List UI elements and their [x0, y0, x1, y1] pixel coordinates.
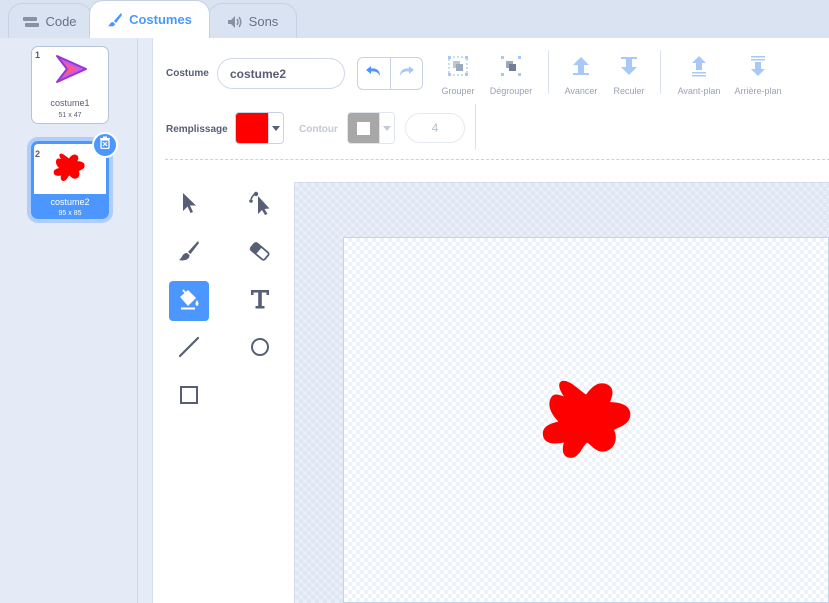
bring-to-front-icon [688, 55, 710, 82]
drawing-canvas[interactable] [343, 237, 829, 603]
eraser-tool[interactable] [240, 233, 280, 273]
outline-label: Contour [299, 124, 338, 135]
select-tool[interactable] [169, 185, 209, 225]
group-button[interactable]: Grouper [433, 55, 483, 96]
costume-name-field[interactable] [217, 58, 345, 89]
fill-tool[interactable] [169, 281, 209, 321]
tab-sounds-label: Sons [248, 14, 279, 29]
costume-name: costume1 [50, 98, 90, 108]
paint-bucket-icon [177, 288, 201, 315]
tab-costumes[interactable]: Costumes [89, 0, 210, 38]
back-button[interactable]: Arrière-plan [733, 55, 783, 96]
costume-size: 95 x 85 [58, 210, 82, 217]
backward-label: Reculer [613, 86, 645, 96]
arrow-sprite-thumbnail [52, 53, 90, 90]
front-label: Avant-plan [677, 86, 721, 96]
costume-item-2[interactable]: 2 costume2 95 x 85 [31, 132, 118, 219]
code-blocks-icon [23, 16, 40, 28]
circle-icon [249, 336, 271, 363]
chevron-down-icon [379, 113, 394, 143]
tab-code[interactable]: Code [8, 3, 92, 39]
red-splat-thumbnail [53, 150, 87, 189]
reshape-tool[interactable] [240, 185, 280, 225]
outline-color-picker[interactable] [347, 112, 395, 144]
rectangle-tool[interactable] [169, 377, 209, 417]
tab-code-label: Code [45, 14, 77, 29]
paintbrush-icon [178, 240, 200, 267]
costume-list: 1 costume1 51 x 47 2 costume2 95 x 85 [0, 38, 138, 603]
forward-button[interactable]: Avancer [556, 55, 606, 96]
tab-costumes-label: Costumes [129, 12, 192, 27]
arrow-down-icon [618, 55, 640, 82]
redo-icon [397, 64, 415, 83]
costume-item-1[interactable]: 1 costume1 51 x 47 [31, 46, 109, 124]
costume-number: 2 [35, 149, 41, 159]
back-label: Arrière-plan [734, 86, 782, 96]
eraser-icon [249, 240, 271, 267]
front-button[interactable]: Avant-plan [674, 55, 724, 96]
chevron-down-icon [268, 113, 283, 143]
text-t-icon [249, 288, 271, 315]
circle-tool[interactable] [240, 329, 280, 369]
brush-icon [107, 12, 123, 28]
ungroup-icon [500, 55, 522, 82]
delete-costume-button[interactable] [92, 132, 118, 158]
group-label: Grouper [441, 86, 475, 96]
redo-button[interactable] [389, 58, 423, 89]
backward-button[interactable]: Reculer [604, 55, 654, 96]
arrow-cursor-icon [180, 192, 198, 219]
ungroup-button[interactable]: Dégrouper [486, 55, 536, 96]
speaker-icon [227, 15, 243, 29]
fill-label: Remplissage [166, 124, 228, 135]
group-icon [447, 55, 469, 82]
brush-tool[interactable] [169, 233, 209, 273]
fill-color-picker[interactable] [235, 112, 284, 144]
reshape-cursor-icon [248, 190, 272, 221]
red-splat-shape[interactable] [541, 375, 637, 467]
line-icon [178, 336, 200, 363]
undo-icon [365, 64, 383, 83]
undo-button[interactable] [358, 58, 390, 89]
ungroup-label: Dégrouper [489, 86, 533, 96]
fill-color-swatch [236, 113, 268, 143]
text-tool[interactable] [240, 281, 280, 321]
tab-sounds[interactable]: Sons [208, 3, 297, 39]
send-to-back-icon [747, 55, 769, 82]
trash-icon [99, 136, 111, 154]
costume-number: 1 [35, 50, 41, 60]
line-tool[interactable] [169, 329, 209, 369]
costume-size: 51 x 47 [58, 112, 82, 119]
editor-tabs: Code Costumes Sons [0, 0, 829, 39]
costume-name-label: Costume [166, 68, 209, 79]
forward-label: Avancer [564, 86, 598, 96]
arrow-up-icon [570, 55, 592, 82]
costume-name: costume2 [50, 197, 90, 207]
undo-redo-group [357, 57, 423, 90]
outline-color-swatch [348, 113, 380, 143]
stroke-width-field[interactable] [405, 113, 465, 143]
rectangle-icon [178, 384, 200, 411]
